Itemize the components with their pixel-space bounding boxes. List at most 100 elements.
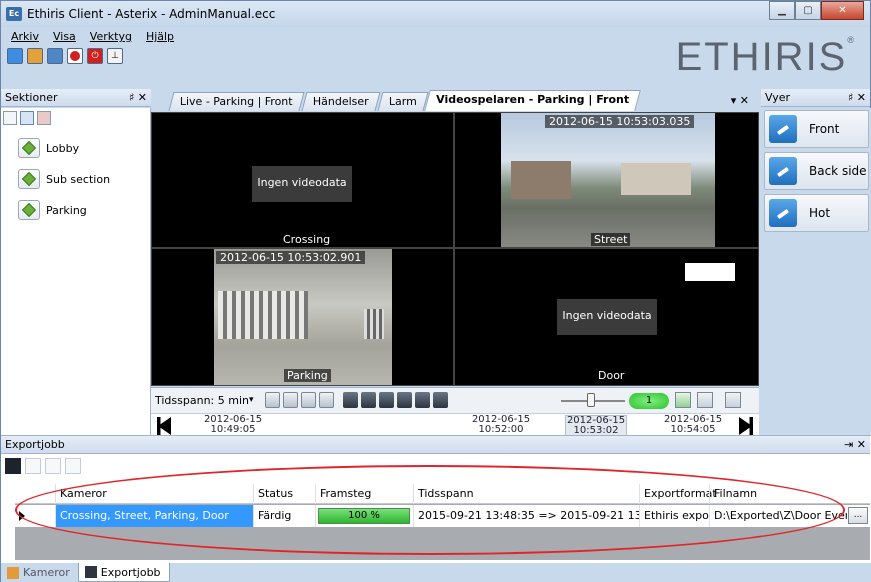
views-pane: Front Back side Hot (761, 108, 871, 435)
view-label: Back side (809, 164, 867, 178)
camera-select-icon[interactable] (265, 392, 280, 408)
video-cell-door[interactable]: Ingen videodata Door (454, 248, 759, 386)
view-front[interactable]: Front (764, 110, 869, 148)
download-icon[interactable]: ⊥ (107, 48, 123, 64)
timeline-date: 2012-06-15 10:49:05 (203, 414, 263, 435)
cell-status: Färdig (253, 505, 315, 527)
detail-view-icon[interactable] (37, 111, 51, 125)
step-back-icon[interactable] (361, 392, 376, 408)
window-controls: ▁ ▢ ✕ (769, 1, 864, 21)
menu-hjalp[interactable]: Hjälp (146, 27, 174, 47)
app-icon: Ec (6, 7, 22, 21)
view-hot[interactable]: Hot (764, 194, 869, 232)
menu-arkiv[interactable]: Arkiv (11, 27, 39, 47)
camera-label: Door (595, 369, 628, 382)
tab-live[interactable]: Live - Parking | Front (168, 92, 305, 111)
window-title: Ethiris Client - Asterix - AdminManual.e… (27, 7, 276, 21)
skip-end-icon[interactable] (433, 392, 448, 408)
pause-icon[interactable] (5, 458, 21, 474)
column-header-cameras[interactable]: Kameror (55, 484, 249, 504)
settings-icon[interactable] (7, 48, 23, 64)
video-cell-crossing[interactable]: Ingen videodata Crossing (151, 112, 454, 248)
main-toolbar: ⏻ ⊥ (7, 48, 123, 64)
export-pane-controls[interactable]: ⇥ ✕ (844, 436, 866, 454)
cell-time-span: 2015-09-21 13:48:35 => 2015-09-21 13:49:… (413, 505, 639, 527)
view-back-side[interactable]: Back side (764, 152, 869, 190)
speed-slider-thumb[interactable] (587, 393, 595, 407)
power-icon[interactable]: ⏻ (87, 48, 103, 64)
no-video-message: Ingen videodata (252, 166, 352, 202)
menu-visa[interactable]: Visa (53, 27, 76, 47)
tab-label: Exportjobb (100, 565, 161, 579)
camera-icon (7, 566, 19, 579)
menu-bar: Arkiv Visa Verktyg Hjälp (1, 27, 174, 47)
timeline-prev-icon[interactable] (157, 417, 171, 435)
timeline-date: 2012-06-15 10:54:05 (663, 414, 723, 435)
record-icon[interactable] (67, 48, 83, 64)
video-cell-parking[interactable]: 2012-06-15 10:53:02.901 Parking (151, 248, 454, 386)
cell-filename: D:\Exported\Z\Door Evening (709, 505, 847, 527)
fast-forward-icon[interactable] (415, 392, 430, 408)
view-label: Hot (809, 206, 831, 220)
tab-exportjobb[interactable]: Exportjobb (77, 563, 170, 582)
sections-toolbar (3, 111, 51, 125)
views-pane-controls[interactable]: ♯ ✕ (848, 89, 866, 107)
tab-videospelaren[interactable]: Videospelaren - Parking | Front (424, 90, 642, 111)
column-header-time-span[interactable]: Tidsspann (413, 484, 639, 504)
views-pane-title: Vyer (765, 91, 791, 104)
timeline-date: 2012-06-15 10:52:00 (471, 414, 531, 435)
column-header-status[interactable]: Status (253, 484, 313, 504)
tab-handelser[interactable]: Händelser (301, 92, 381, 111)
time-span-dropdown[interactable]: ▾ (249, 395, 254, 405)
maximize-button[interactable]: ▢ (795, 1, 821, 20)
cell-cameras: Crossing, Street, Parking, Door (55, 505, 253, 527)
current-row-icon (19, 511, 25, 521)
export-icon[interactable] (319, 392, 334, 408)
cancel-icon[interactable] (25, 458, 41, 474)
sections-pane-controls[interactable]: ♯ ✕ (129, 89, 147, 107)
split-icon[interactable] (283, 392, 298, 408)
print-icon[interactable] (725, 392, 741, 408)
column-header-format[interactable]: Exportformat (639, 484, 717, 504)
bottom-tabs: Kameror Exportjobb (1, 563, 871, 582)
folder-icon[interactable] (27, 48, 43, 64)
tab-kameror[interactable]: Kameror (1, 563, 78, 582)
minimize-button[interactable]: ▁ (769, 1, 795, 20)
table-row[interactable]: Crossing, Street, Parking, Door Färdig 1… (15, 505, 870, 527)
section-label: Lobby (46, 141, 80, 155)
tree-view-icon[interactable] (3, 111, 17, 125)
table-header: Kameror Status Framsteg Tidsspann Export… (15, 484, 870, 504)
browse-button[interactable]: ... (848, 507, 868, 524)
section-item-parking[interactable]: Parking (18, 200, 87, 220)
snapshot-icon[interactable] (697, 392, 713, 408)
column-header-progress[interactable]: Framsteg (315, 484, 415, 504)
export-pane-title: Exportjobb (5, 438, 65, 451)
refresh-icon[interactable] (47, 48, 63, 64)
cell-format: Ethiris export (639, 505, 709, 527)
timeline-current-date: 2012-06-15 10:53:02 (565, 415, 627, 435)
tab-controls[interactable]: ▾ ✕ (731, 94, 749, 107)
timeline-next-icon[interactable] (739, 417, 753, 435)
camera-label: Street (591, 233, 631, 246)
zoom-icon[interactable] (675, 392, 691, 408)
menu-verktyg[interactable]: Verktyg (90, 27, 132, 47)
close-button[interactable]: ✕ (821, 1, 864, 20)
list-view-icon[interactable] (20, 111, 34, 125)
step-forward-icon[interactable] (397, 392, 412, 408)
app-window: Ec Ethiris Client - Asterix - AdminManua… (0, 0, 871, 582)
camera-timestamp: 2012-06-15 10:53:02.901 (216, 251, 366, 264)
play-icon[interactable] (379, 392, 394, 408)
playback-speed: 1 (629, 393, 669, 409)
street-video-frame (501, 113, 715, 247)
section-item-sub-section[interactable]: Sub section (18, 169, 110, 189)
skip-start-icon[interactable] (343, 392, 358, 408)
video-cell-street[interactable]: 2012-06-15 10:53:03.035 Street (454, 112, 759, 248)
move-down-icon[interactable] (65, 458, 81, 474)
tab-larm[interactable]: Larm (377, 92, 429, 111)
merge-icon[interactable] (301, 392, 316, 408)
timeline[interactable]: 2012-06-15 10:49:05 2012-06-15 10:52:00 20… (151, 413, 759, 435)
section-icon (18, 200, 40, 220)
section-item-lobby[interactable]: Lobby (18, 138, 79, 158)
move-up-icon[interactable] (45, 458, 61, 474)
column-header-filename[interactable]: Filnamn (709, 484, 849, 504)
